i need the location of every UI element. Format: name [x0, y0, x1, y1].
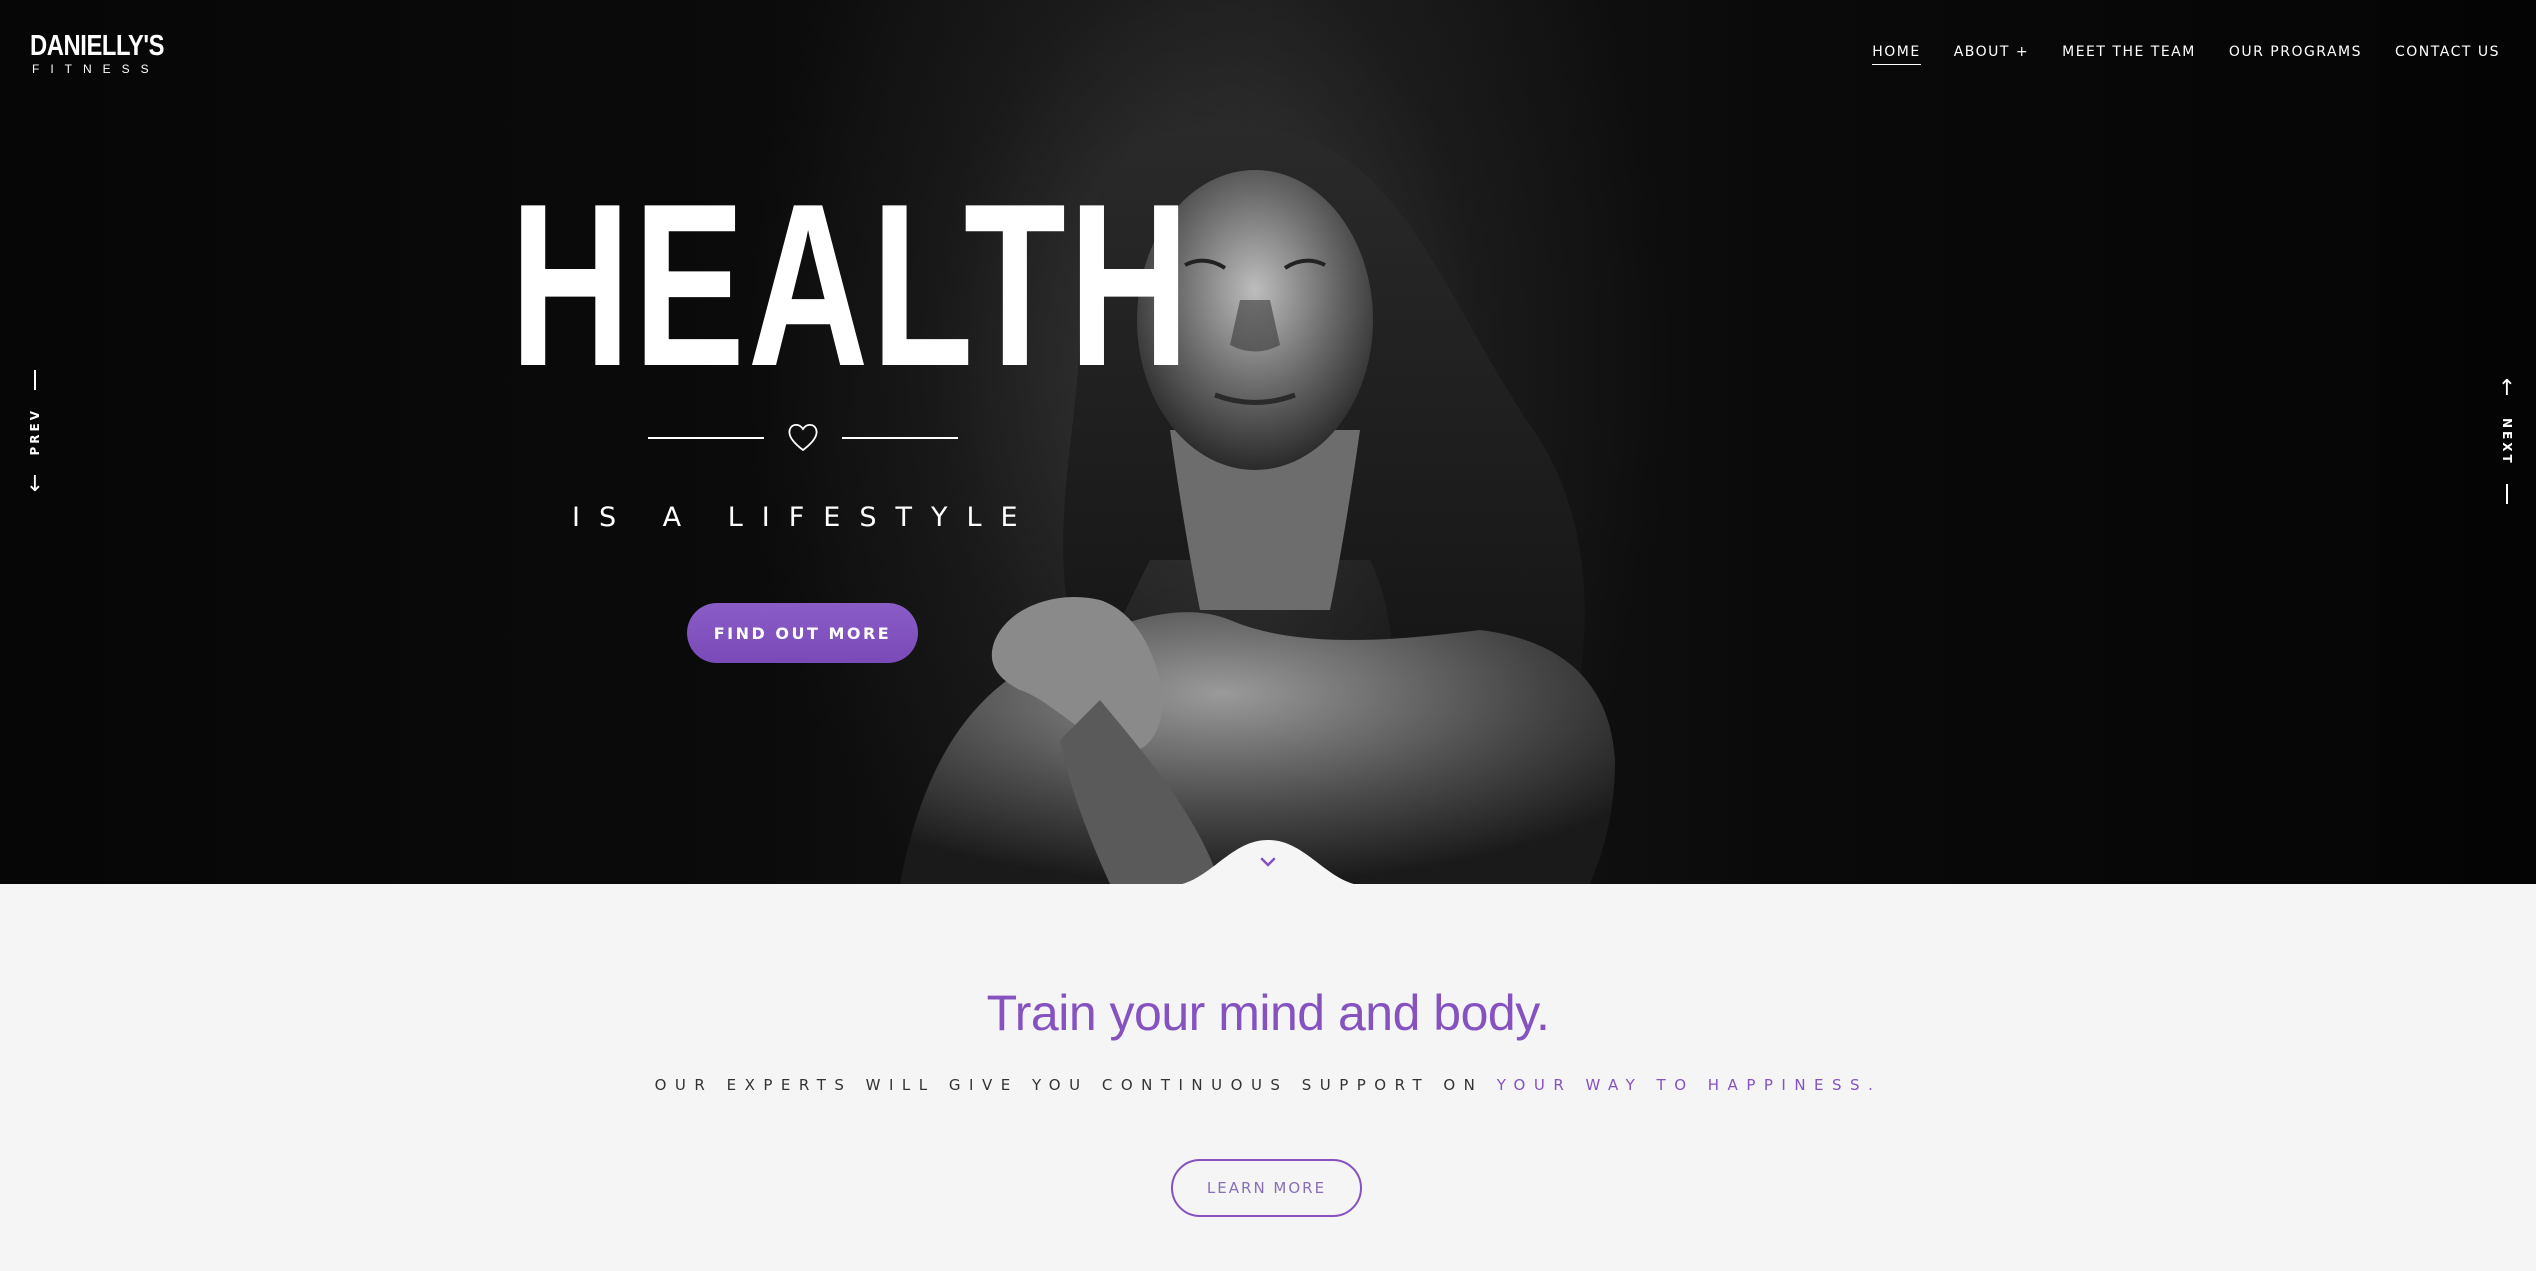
brand-subtitle: FITNESS: [32, 61, 160, 76]
main-navigation: HOME ABOUT + MEET THE TEAM OUR PROGRAMS …: [1872, 44, 2500, 65]
nav-item-meet-the-team[interactable]: MEET THE TEAM: [2062, 44, 2196, 65]
divider-line-right: [842, 437, 958, 439]
arrow-down-icon: ↓: [25, 471, 45, 497]
hero-tagline: IS A LIFESTYLE: [572, 502, 1037, 533]
nav-item-home[interactable]: HOME: [1872, 44, 1921, 65]
heart-divider: [648, 420, 958, 456]
hero-background-image: [900, 123, 1615, 884]
next-tick: [2506, 483, 2508, 504]
hero-headline: HEALTH: [510, 156, 1193, 415]
prev-tick: [34, 370, 36, 390]
divider-line-left: [648, 437, 764, 439]
nav-item-our-programs[interactable]: OUR PROGRAMS: [2229, 44, 2362, 65]
chevron-down-icon[interactable]: [1255, 849, 1281, 875]
hero-section: DANIELLY'S FITNESS HOME ABOUT + MEET THE…: [0, 0, 2536, 884]
intro-title: Train your mind and body.: [986, 985, 1550, 1041]
brand-logo[interactable]: DANIELLY'S FITNESS: [26, 28, 186, 78]
find-out-more-button[interactable]: FIND OUT MORE: [687, 603, 918, 663]
next-label: NEXT: [2500, 418, 2514, 466]
prev-label: PREV: [28, 408, 42, 456]
nav-item-contact-us[interactable]: CONTACT US: [2395, 44, 2500, 65]
arrow-up-icon: ↑: [2497, 376, 2517, 401]
intro-subtitle-highlight: YOUR WAY TO HAPPINESS.: [1496, 1076, 1882, 1094]
heart-icon: [788, 423, 818, 452]
intro-subtitle-text: OUR EXPERTS WILL GIVE YOU CONTINUOUS SUP…: [654, 1076, 1484, 1094]
nav-item-about[interactable]: ABOUT +: [1954, 44, 2029, 65]
intro-subtitle: OUR EXPERTS WILL GIVE YOU CONTINUOUS SUP…: [0, 1076, 2536, 1094]
slider-next-control[interactable]: ↑ NEXT: [2492, 378, 2522, 504]
intro-section: Train your mind and body. OUR EXPERTS WI…: [0, 884, 2536, 1271]
learn-more-button[interactable]: LEARN MORE: [1171, 1159, 1362, 1217]
slider-prev-control[interactable]: PREV ↓: [20, 370, 50, 496]
brand-name: DANIELLY'S: [30, 29, 165, 62]
